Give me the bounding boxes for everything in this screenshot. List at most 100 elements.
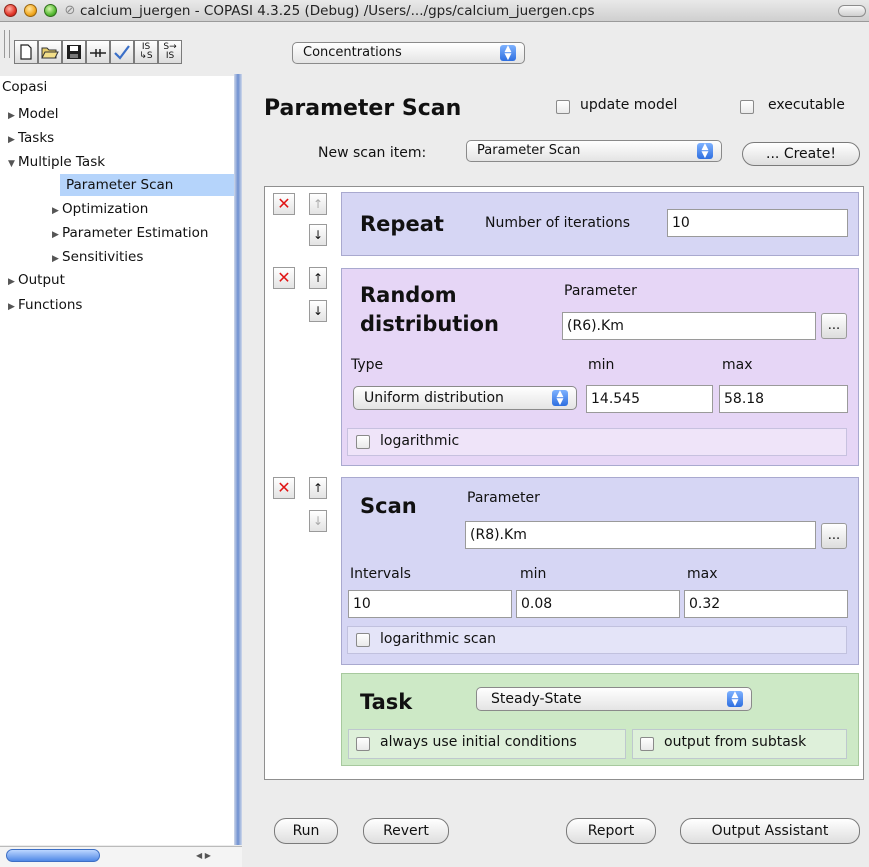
expand-triangle-icon[interactable]: ▶	[52, 201, 62, 221]
expand-triangle-icon[interactable]: ▶	[52, 249, 62, 269]
tree-item-optimization[interactable]: ▶ Optimization	[52, 199, 148, 219]
check-model-button[interactable]	[110, 40, 134, 64]
open-button[interactable]	[38, 40, 62, 64]
output-subtask-label: output from subtask	[664, 734, 807, 750]
tree-item-tasks[interactable]: ▶ Tasks	[8, 128, 54, 148]
toolbar-toggle-button[interactable]	[838, 5, 866, 17]
tree-item-model[interactable]: ▶ Model	[8, 104, 59, 124]
move-down-button[interactable]: ↓	[309, 224, 327, 246]
scan-parameter-input[interactable]: (R8).Km	[465, 521, 816, 549]
intervals-input[interactable]: 10	[348, 590, 512, 618]
scan-parameter-label: Parameter	[467, 490, 540, 506]
logarithmic-scan-label: logarithmic scan	[380, 631, 497, 647]
initial-conditions-checkbox[interactable]	[356, 737, 370, 751]
expand-triangle-icon[interactable]: ▶	[8, 297, 18, 317]
new-document-button[interactable]	[14, 40, 38, 64]
distribution-type-combo[interactable]: Uniform distribution ▲ ▼	[353, 386, 577, 410]
random-max-label: max	[722, 357, 753, 373]
logarithmic-scan-checkbox[interactable]	[356, 633, 370, 647]
executable-label: executable	[768, 97, 845, 113]
expand-triangle-icon[interactable]: ▶	[8, 272, 18, 292]
scrollbar-thumb[interactable]	[6, 849, 100, 862]
run-button[interactable]: Run	[274, 818, 338, 844]
units-combo-value: Concentrations	[303, 45, 402, 60]
combo-stepper-icon: ▲ ▼	[552, 390, 568, 407]
scan-min-input[interactable]: 0.08	[516, 590, 680, 618]
zoom-window-button[interactable]	[44, 4, 57, 17]
move-down-button[interactable]: ↓	[309, 510, 327, 532]
report-button[interactable]: Report	[566, 818, 656, 844]
revert-button[interactable]: Revert	[363, 818, 449, 844]
units-combo[interactable]: Concentrations ▲ ▼	[292, 42, 525, 64]
combo-stepper-icon: ▲ ▼	[697, 143, 713, 160]
create-button[interactable]: ... Create!	[742, 142, 860, 166]
tree-item-output[interactable]: ▶ Output	[8, 270, 65, 290]
open-folder-icon	[41, 47, 59, 59]
new-scan-item-combo[interactable]: Parameter Scan ▲ ▼	[466, 140, 722, 162]
expand-triangle-icon[interactable]: ▶	[8, 106, 18, 126]
expand-triangle-icon[interactable]: ▶	[8, 130, 18, 150]
iterations-input[interactable]: 10	[667, 209, 848, 237]
s-to-is-button[interactable]: S→ IS	[158, 40, 182, 64]
subtask-combo[interactable]: Steady-State ▲ ▼	[476, 687, 752, 711]
scan-min-label: min	[520, 566, 547, 582]
slider-icon	[90, 49, 106, 57]
logarithmic-label: logarithmic	[380, 433, 460, 449]
tree-root[interactable]: Copasi	[2, 77, 47, 97]
type-label: Type	[351, 357, 384, 373]
delete-item-button[interactable]: ✕	[273, 267, 295, 289]
tree-item-functions[interactable]: ▶ Functions	[8, 295, 82, 315]
scan-max-label: max	[687, 566, 718, 582]
distribution-type-value: Uniform distribution	[364, 390, 504, 406]
tree-item-sensitivities[interactable]: ▶ Sensitivities	[52, 247, 143, 267]
scroll-arrows-icon[interactable]: ◀ ▶	[196, 849, 222, 862]
random-title-line2: distribution	[360, 312, 499, 336]
save-button[interactable]	[62, 40, 86, 64]
subtask-value: Steady-State	[491, 691, 582, 707]
delete-item-button[interactable]: ✕	[273, 193, 295, 215]
logarithmic-checkbox[interactable]	[356, 435, 370, 449]
move-down-button[interactable]: ↓	[309, 300, 327, 322]
random-parameter-input[interactable]: (R6).Km	[562, 312, 816, 340]
move-up-button[interactable]: ↑	[309, 477, 327, 499]
select-parameter-button[interactable]: ...	[821, 523, 847, 549]
expand-triangle-icon[interactable]: ▶	[52, 225, 62, 245]
minimize-window-button[interactable]	[24, 4, 37, 17]
combo-stepper-icon: ▲ ▼	[500, 45, 516, 62]
repeat-title: Repeat	[360, 212, 444, 236]
check-icon	[114, 45, 130, 60]
move-up-button[interactable]: ↑	[309, 267, 327, 289]
initial-conditions-label: always use initial conditions	[380, 734, 577, 750]
document-proxy-icon: ⊘	[64, 3, 76, 18]
scan-max-input[interactable]: 0.32	[684, 590, 848, 618]
new-scan-item-value: Parameter Scan	[477, 143, 581, 158]
scan-title: Scan	[360, 494, 417, 518]
output-subtask-checkbox[interactable]	[640, 737, 654, 751]
random-max-input[interactable]: 58.18	[719, 385, 848, 413]
tree-item-parameter-scan[interactable]: Parameter Scan	[66, 175, 173, 195]
page-title: Parameter Scan	[264, 96, 462, 121]
save-disk-icon	[67, 45, 81, 59]
window-title: calcium_juergen - COPASI 4.3.25 (Debug) …	[80, 3, 595, 19]
is-to-s-button[interactable]: IS ↳S	[134, 40, 158, 64]
executable-checkbox[interactable]	[740, 100, 754, 114]
random-title-line1: Random	[360, 283, 457, 307]
delete-item-button[interactable]: ✕	[273, 477, 295, 499]
splitter-handle[interactable]	[234, 74, 242, 845]
update-model-checkbox[interactable]	[556, 100, 570, 114]
task-title: Task	[360, 690, 413, 714]
tree-item-parameter-estimation[interactable]: ▶ Parameter Estimation	[52, 223, 208, 243]
tree-item-multiple-task[interactable]: ▼ Multiple Task	[8, 152, 105, 172]
collapse-triangle-icon[interactable]: ▼	[8, 154, 18, 174]
random-min-input[interactable]: 14.545	[586, 385, 713, 413]
select-parameter-button[interactable]: ...	[821, 313, 847, 339]
update-model-label: update model	[580, 97, 678, 113]
slider-button[interactable]	[86, 40, 110, 64]
output-assistant-button[interactable]: Output Assistant	[680, 818, 860, 844]
close-window-button[interactable]	[4, 4, 17, 17]
move-up-button[interactable]: ↑	[309, 193, 327, 215]
random-parameter-label: Parameter	[564, 283, 637, 299]
new-document-icon	[20, 44, 32, 60]
random-min-label: min	[588, 357, 615, 373]
toolbar-grip[interactable]	[4, 30, 10, 58]
